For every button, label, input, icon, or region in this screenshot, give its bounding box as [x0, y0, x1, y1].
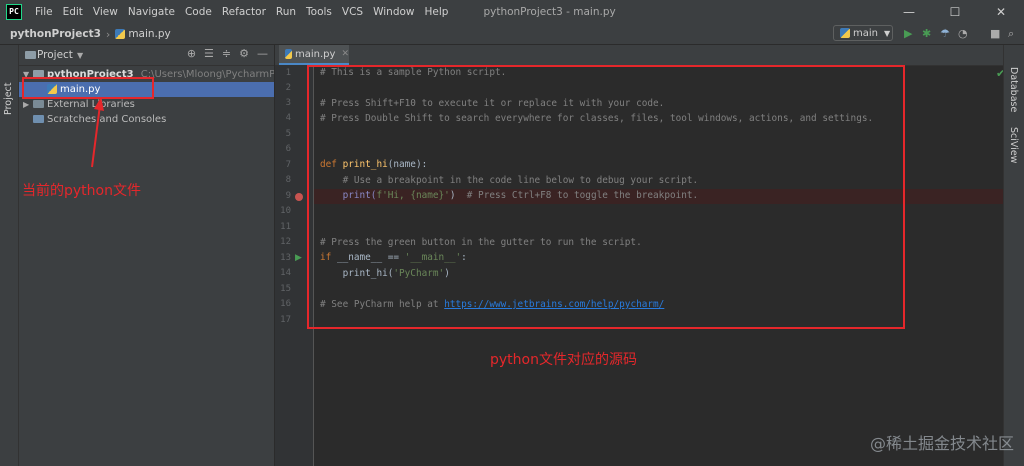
line-number: 2 [285, 83, 291, 93]
menu-vcs[interactable]: VCS [337, 6, 368, 18]
line-number: 9 [285, 191, 291, 201]
run-configuration-label: main [853, 27, 878, 39]
hide-icon[interactable]: — [257, 47, 268, 60]
expand-arrow-icon[interactable]: ▶ [23, 97, 33, 112]
run-gutter-icon[interactable]: ▶ [295, 253, 302, 263]
python-file-icon [285, 49, 293, 59]
line-number: 12 [280, 237, 291, 247]
python-file-icon [840, 28, 850, 38]
menu-code[interactable]: Code [180, 6, 217, 18]
tree-item-label: Scratches and Consoles [47, 114, 167, 125]
profile-icon[interactable]: ◔ [958, 27, 968, 41]
editor-tab-bar: main.py ✕ [275, 45, 1004, 66]
annotation-label-current-file: 当前的python文件 [22, 183, 141, 199]
menu-view[interactable]: View [88, 6, 123, 18]
menu-navigate[interactable]: Navigate [123, 6, 180, 18]
collapse-all-icon[interactable]: ≑ [222, 47, 231, 60]
python-file-icon [115, 29, 126, 39]
tab-label: main.py [295, 48, 336, 60]
line-number: 8 [285, 175, 291, 185]
line-number: 16 [280, 299, 291, 309]
minimize-button[interactable]: — [886, 0, 932, 24]
line-number: 6 [285, 144, 291, 154]
right-tool-strip: Database SciView [1003, 45, 1024, 466]
sciview-tool-button[interactable]: SciView [1008, 127, 1019, 163]
menu-file[interactable]: File [30, 6, 58, 18]
line-number: 13 [280, 253, 291, 263]
coverage-icon[interactable]: ☂ [940, 27, 950, 41]
project-view-icon [25, 51, 36, 59]
menu-help[interactable]: Help [420, 6, 454, 18]
project-panel-tools: ⊕ ☰ ≑ ⚙ — [187, 47, 268, 60]
breadcrumb-file[interactable]: main.py [128, 28, 170, 40]
project-panel-title[interactable]: Project [37, 49, 73, 61]
breadcrumb-project[interactable]: pythonProject3 [10, 28, 101, 40]
line-number: 11 [280, 222, 291, 232]
menu-refactor[interactable]: Refactor [217, 6, 271, 18]
annotation-arrow-icon [91, 97, 104, 168]
menu-window[interactable]: Window [368, 6, 419, 18]
left-tool-strip: Project [0, 45, 19, 466]
line-number: 5 [285, 129, 291, 139]
watermark: @稀土掘金技术社区 [869, 434, 1014, 453]
breakpoint-icon[interactable] [295, 193, 303, 201]
line-number: 15 [280, 284, 291, 294]
maximize-button[interactable]: ☐ [932, 0, 978, 24]
close-button[interactable]: ✕ [978, 0, 1024, 24]
title-bar: PC File Edit View Navigate Code Refactor… [0, 0, 1024, 24]
stop-icon[interactable]: ■ [990, 27, 1000, 41]
search-icon[interactable]: ⌕ [1008, 27, 1014, 41]
chevron-down-icon[interactable]: ▼ [77, 51, 83, 60]
project-panel-header: Project ▼ ⊕ ☰ ≑ ⚙ — [19, 45, 274, 66]
close-icon[interactable]: ✕ [341, 49, 349, 59]
line-number: 14 [280, 268, 291, 278]
window-controls: — ☐ ✕ [886, 0, 1024, 24]
annotation-label-source-code: python文件对应的源码 [490, 352, 637, 368]
breadcrumb-separator: › [105, 27, 111, 41]
gear-icon[interactable]: ⚙ [239, 47, 249, 60]
line-number: 4 [285, 113, 291, 123]
line-number: 1 [285, 68, 291, 78]
database-tool-button[interactable]: Database [1008, 67, 1019, 112]
menu-run[interactable]: Run [271, 6, 301, 18]
run-configuration-select[interactable]: main ▼ [833, 25, 893, 41]
tab-main-py[interactable]: main.py ✕ [279, 45, 349, 65]
library-icon [33, 100, 44, 108]
expand-all-icon[interactable]: ☰ [204, 47, 214, 60]
tree-item-path: C:\Users\Mloong\PycharmProjects\ [140, 69, 274, 80]
pycharm-logo-icon: PC [6, 4, 22, 20]
debug-icon[interactable]: ✱ [922, 27, 931, 41]
menu-tools[interactable]: Tools [301, 6, 337, 18]
window-title: pythonProject3 - main.py [483, 6, 616, 18]
line-number: 7 [285, 160, 291, 170]
scratches-icon [33, 115, 44, 123]
locate-icon[interactable]: ⊕ [187, 47, 196, 60]
project-tool-button[interactable]: Project [3, 82, 14, 115]
annotation-box-source-code [307, 65, 905, 329]
line-number: 10 [280, 206, 291, 216]
navigation-bar: pythonProject3 › main.py main ▼ ▶ ✱ ☂ ◔ … [0, 24, 1024, 45]
tree-item-external-libraries[interactable]: ▶ External Libraries [19, 97, 274, 112]
tree-item-scratches[interactable]: Scratches and Consoles [19, 112, 274, 127]
menu-bar: File Edit View Navigate Code Refactor Ru… [30, 6, 453, 18]
project-panel: Project ▼ ⊕ ☰ ≑ ⚙ — ▼ pythonProject3 C:\U… [19, 45, 275, 466]
chevron-down-icon: ▼ [884, 28, 891, 38]
line-number: 17 [280, 315, 291, 325]
line-number: 3 [285, 98, 291, 108]
run-icon[interactable]: ▶ [904, 27, 912, 41]
menu-edit[interactable]: Edit [58, 6, 88, 18]
